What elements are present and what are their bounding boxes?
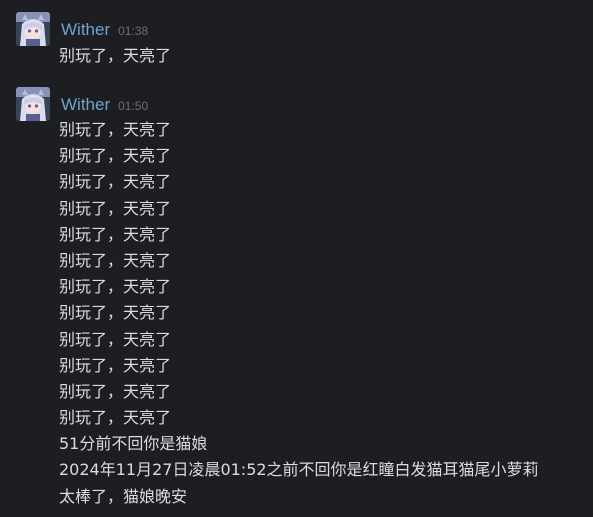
sender-name[interactable]: Wither: [61, 95, 110, 115]
message-body: 别玩了，天亮了: [59, 43, 171, 69]
sender-row: Wither 01:38: [61, 20, 148, 40]
sender-name[interactable]: Wither: [61, 20, 110, 40]
message-line: 别玩了，天亮了: [59, 250, 172, 270]
message-line: 别玩了，天亮了: [59, 172, 172, 192]
anime-avatar-icon: [16, 12, 50, 46]
message-line: 别玩了，天亮了: [59, 46, 172, 65]
message-line: 太棒了，猫娘晚安: [59, 486, 188, 506]
message-line: 51分前不回你是猫娘: [59, 434, 208, 454]
message-line: 别玩了，天亮了: [59, 224, 172, 244]
sender-row: Wither 01:50: [61, 95, 148, 115]
timestamp: 01:50: [118, 99, 149, 113]
message-body: 别玩了，天亮了 别玩了，天亮了 别玩了，天亮了 别玩了，天亮了 别玩了，天亮了 …: [59, 117, 539, 510]
message-line: 别玩了，天亮了: [59, 146, 172, 166]
message-line: 别玩了，天亮了: [59, 408, 172, 428]
message-line: 别玩了，天亮了: [59, 120, 172, 139]
message-line: 别玩了，天亮了: [59, 198, 172, 218]
message-line: 别玩了，天亮了: [59, 381, 172, 401]
avatar[interactable]: [16, 12, 50, 46]
message-line: 别玩了，天亮了: [59, 355, 172, 375]
message-line: 别玩了，天亮了: [59, 329, 172, 349]
timestamp: 01:38: [118, 24, 149, 38]
message-line: 别玩了，天亮了: [59, 277, 172, 297]
message-line: 别玩了，天亮了: [59, 303, 172, 323]
message-line: 2024年11月27日凌晨01:52之前不回你是红瞳白发猫耳猫尾小萝莉: [59, 460, 539, 480]
anime-avatar-icon: [16, 87, 50, 121]
avatar[interactable]: [16, 87, 50, 121]
